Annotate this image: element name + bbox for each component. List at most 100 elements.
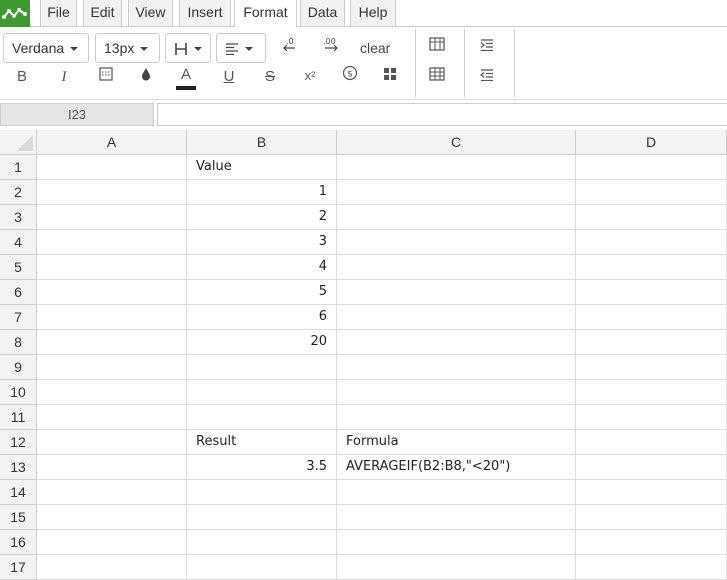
- cell-c3[interactable]: [337, 205, 576, 230]
- menu-file[interactable]: File: [40, 0, 77, 27]
- cell-d8[interactable]: [576, 330, 727, 355]
- row-header-9[interactable]: 9: [0, 355, 37, 380]
- cell-c15[interactable]: [337, 505, 576, 530]
- cell-b1[interactable]: Value: [187, 155, 337, 180]
- underline-button[interactable]: U: [216, 65, 242, 89]
- cell-d1[interactable]: [576, 155, 727, 180]
- table-button[interactable]: [424, 65, 450, 89]
- cell-d16[interactable]: [576, 530, 727, 555]
- borders-button[interactable]: [424, 35, 450, 59]
- cell-b17[interactable]: [187, 555, 337, 580]
- cell-b10[interactable]: [187, 380, 337, 405]
- cell-a12[interactable]: [37, 430, 187, 455]
- row-header-2[interactable]: 2: [0, 180, 37, 205]
- cell-b13[interactable]: 3.5: [187, 455, 337, 480]
- row-header-12[interactable]: 12: [0, 430, 37, 455]
- cell-b2[interactable]: 1: [187, 180, 337, 205]
- cell-b16[interactable]: [187, 530, 337, 555]
- cell-a9[interactable]: [37, 355, 187, 380]
- fill-color-button[interactable]: [133, 65, 159, 89]
- cell-b15[interactable]: [187, 505, 337, 530]
- select-all-corner[interactable]: [0, 130, 37, 155]
- column-header-a[interactable]: A: [37, 130, 187, 155]
- cell-b8[interactable]: 20: [187, 330, 337, 355]
- cell-c4[interactable]: [337, 230, 576, 255]
- cell-a17[interactable]: [37, 555, 187, 580]
- cell-c5[interactable]: [337, 255, 576, 280]
- cell-c16[interactable]: [337, 530, 576, 555]
- cell-b5[interactable]: 4: [187, 255, 337, 280]
- cell-a4[interactable]: [37, 230, 187, 255]
- cell-a10[interactable]: [37, 380, 187, 405]
- row-header-8[interactable]: 8: [0, 330, 37, 355]
- column-header-d[interactable]: D: [576, 130, 727, 155]
- cell-c6[interactable]: [337, 280, 576, 305]
- currency-button[interactable]: $: [337, 65, 363, 89]
- cell-c11[interactable]: [337, 405, 576, 430]
- cell-b6[interactable]: 5: [187, 280, 337, 305]
- cell-d9[interactable]: [576, 355, 727, 380]
- row-header-13[interactable]: 13: [0, 455, 37, 480]
- indent-button[interactable]: [474, 35, 500, 59]
- cell-a5[interactable]: [37, 255, 187, 280]
- menu-insert[interactable]: Insert: [179, 0, 231, 27]
- font-size-dropdown[interactable]: 13px: [95, 33, 160, 63]
- outdent-button[interactable]: [474, 65, 500, 89]
- cell-c13[interactable]: AVERAGEIF(B2:B8,"<20"): [337, 455, 576, 480]
- strikethrough-button[interactable]: S: [257, 65, 283, 89]
- cell-d14[interactable]: [576, 480, 727, 505]
- increase-decimal-button[interactable]: .00: [319, 36, 345, 60]
- row-header-16[interactable]: 16: [0, 530, 37, 555]
- layout-button[interactable]: [377, 65, 403, 89]
- menu-help[interactable]: Help: [350, 0, 396, 27]
- decrease-decimal-button[interactable]: .0: [278, 36, 304, 60]
- row-header-10[interactable]: 10: [0, 380, 37, 405]
- cell-c14[interactable]: [337, 480, 576, 505]
- cell-b3[interactable]: 2: [187, 205, 337, 230]
- row-header-15[interactable]: 15: [0, 505, 37, 530]
- cell-d10[interactable]: [576, 380, 727, 405]
- cell-a11[interactable]: [37, 405, 187, 430]
- format-button[interactable]: [93, 65, 119, 89]
- menu-view[interactable]: View: [128, 0, 173, 27]
- cell-c2[interactable]: [337, 180, 576, 205]
- cell-c17[interactable]: [337, 555, 576, 580]
- column-header-b[interactable]: B: [187, 130, 337, 155]
- menu-format[interactable]: Format: [234, 0, 297, 28]
- cell-b12[interactable]: Result: [187, 430, 337, 455]
- cell-d5[interactable]: [576, 255, 727, 280]
- cell-d15[interactable]: [576, 505, 727, 530]
- row-header-14[interactable]: 14: [0, 480, 37, 505]
- text-color-button[interactable]: A: [173, 63, 199, 90]
- cell-c9[interactable]: [337, 355, 576, 380]
- cell-b11[interactable]: [187, 405, 337, 430]
- cell-a16[interactable]: [37, 530, 187, 555]
- cell-b4[interactable]: 3: [187, 230, 337, 255]
- cell-a7[interactable]: [37, 305, 187, 330]
- cell-d17[interactable]: [576, 555, 727, 580]
- cell-reference-box[interactable]: I23: [0, 103, 154, 126]
- cell-c7[interactable]: [337, 305, 576, 330]
- cell-d11[interactable]: [576, 405, 727, 430]
- clear-button[interactable]: clear: [360, 37, 390, 59]
- cell-a3[interactable]: [37, 205, 187, 230]
- cell-b9[interactable]: [187, 355, 337, 380]
- superscript-button[interactable]: x²: [297, 64, 323, 88]
- cell-d12[interactable]: [576, 430, 727, 455]
- heading-dropdown[interactable]: [165, 33, 211, 63]
- cell-d7[interactable]: [576, 305, 727, 330]
- row-header-5[interactable]: 5: [0, 255, 37, 280]
- cell-a8[interactable]: [37, 330, 187, 355]
- italic-button[interactable]: I: [51, 65, 77, 89]
- cell-a1[interactable]: [37, 155, 187, 180]
- menu-edit[interactable]: Edit: [83, 0, 122, 27]
- align-dropdown[interactable]: [216, 33, 266, 63]
- font-family-dropdown[interactable]: Verdana: [3, 33, 89, 63]
- cell-d2[interactable]: [576, 180, 727, 205]
- cell-a13[interactable]: [37, 455, 187, 480]
- row-header-17[interactable]: 17: [0, 555, 37, 580]
- row-header-3[interactable]: 3: [0, 205, 37, 230]
- menu-data[interactable]: Data: [300, 0, 345, 27]
- formula-input[interactable]: [157, 103, 727, 126]
- column-header-c[interactable]: C: [337, 130, 576, 155]
